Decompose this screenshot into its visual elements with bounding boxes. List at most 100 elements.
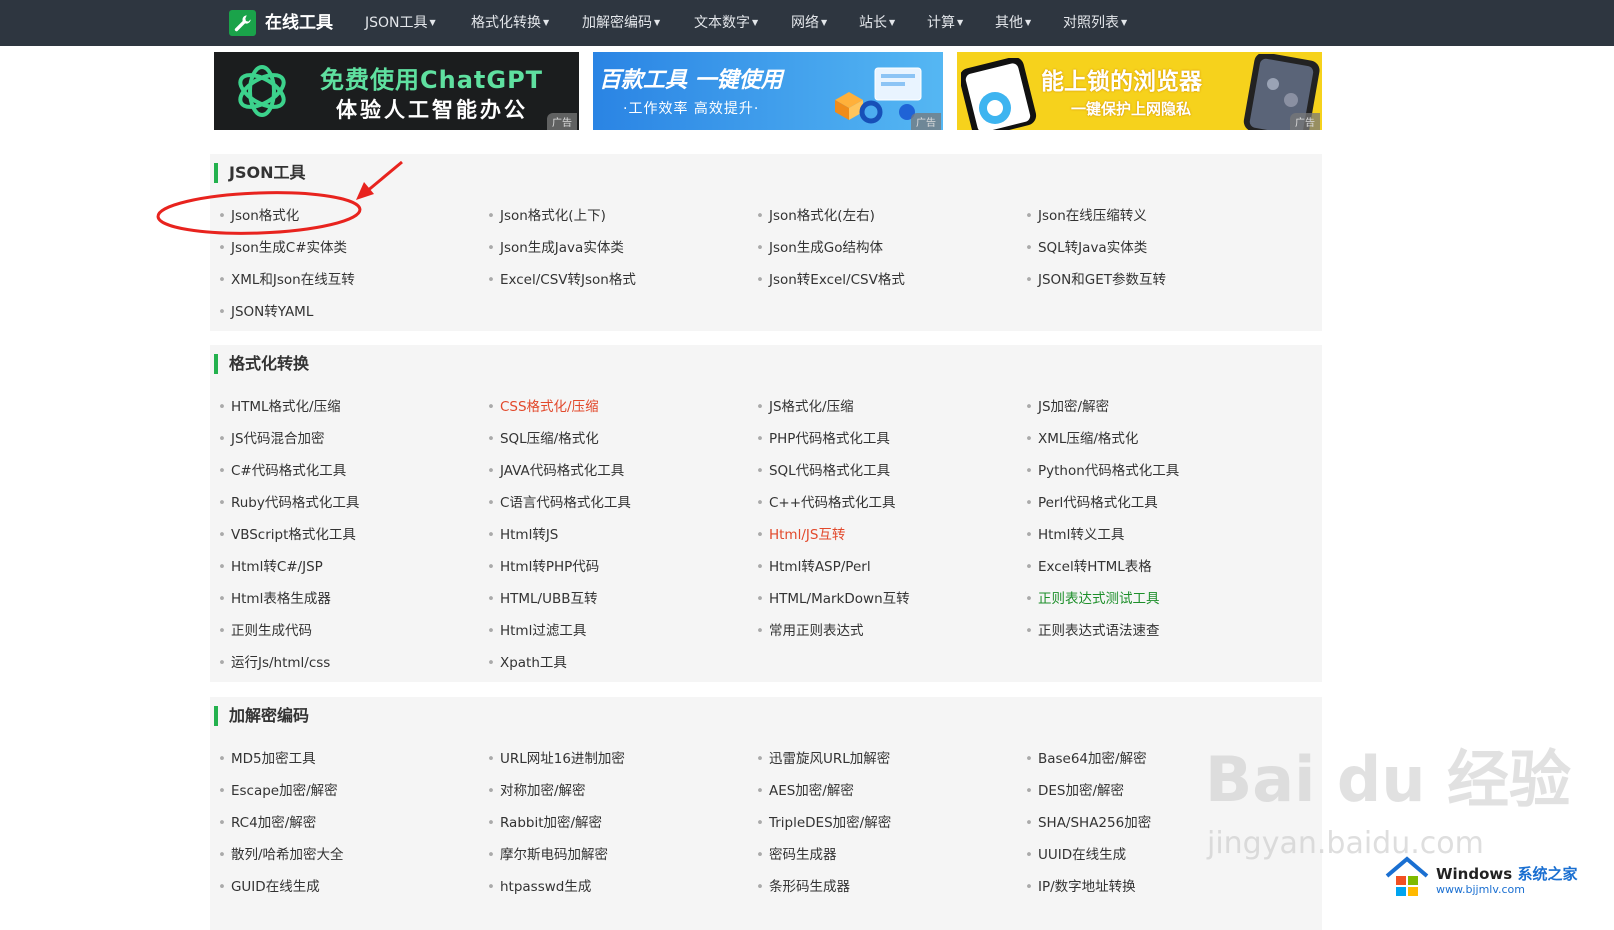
tool-link[interactable]: • Html转ASP/Perl bbox=[756, 558, 871, 576]
tool-link[interactable]: • 运行Js/html/css bbox=[218, 654, 330, 672]
tool-link[interactable]: • Html转PHP代码 bbox=[487, 558, 599, 576]
tool-link[interactable]: • SQL压缩/格式化 bbox=[487, 430, 599, 448]
nav-format-convert[interactable]: 格式化转换 ▼ bbox=[471, 14, 549, 32]
openai-logo-icon bbox=[238, 65, 286, 117]
tool-link[interactable]: • Perl代码格式化工具 bbox=[1025, 494, 1158, 512]
tool-link[interactable]: • HTML格式化/压缩 bbox=[218, 398, 341, 416]
caret-down-icon: ▼ bbox=[1025, 18, 1032, 27]
tool-link[interactable]: • IP/数字地址转换 bbox=[1025, 878, 1136, 896]
tool-link[interactable]: • JAVA代码格式化工具 bbox=[487, 462, 624, 480]
tool-link[interactable]: • PHP代码格式化工具 bbox=[756, 430, 890, 448]
tool-link[interactable]: • 迅雷旋风URL加解密 bbox=[756, 750, 890, 768]
tool-link[interactable]: • JS代码混合加密 bbox=[218, 430, 325, 448]
tool-link[interactable]: • RC4加密/解密 bbox=[218, 814, 316, 832]
tool-link[interactable]: • HTML/UBB互转 bbox=[487, 590, 598, 608]
tool-link[interactable]: • XML压缩/格式化 bbox=[1025, 430, 1138, 448]
tool-link[interactable]: • TripleDES加密/解密 bbox=[756, 814, 891, 832]
tool-link[interactable]: • Json生成Java实体类 bbox=[487, 239, 624, 257]
nav-encrypt-encode[interactable]: 加解密编码 ▼ bbox=[582, 14, 660, 32]
ad-subline: 一键保护上网隐私 bbox=[1071, 100, 1192, 118]
nav-json-tools[interactable]: JSON工具 ▼ bbox=[365, 14, 436, 32]
section-json-tools: JSON工具 • Json格式化 • Json格式化(上下) • Json格式化(左右… bbox=[210, 154, 1322, 331]
windows-watermark: Windows 系统之家 bbox=[1436, 865, 1578, 883]
section-title: 格式化转换 bbox=[214, 354, 309, 374]
tool-link[interactable]: • C语言代码格式化工具 bbox=[487, 494, 631, 512]
tool-link[interactable]: • Base64加密/解密 bbox=[1025, 750, 1147, 768]
ad-banner-browser[interactable]: 能上锁的浏览器 一键保护上网隐私 广告 bbox=[957, 52, 1322, 130]
windows-house-logo-icon bbox=[1385, 856, 1429, 896]
nav-other[interactable]: 其他 ▼ bbox=[995, 14, 1031, 32]
tool-link[interactable]: • C++代码格式化工具 bbox=[756, 494, 896, 512]
tool-link[interactable]: • Json生成Go结构体 bbox=[756, 239, 883, 257]
tool-link[interactable]: • Html表格生成器 bbox=[218, 590, 331, 608]
tool-link[interactable]: • Python代码格式化工具 bbox=[1025, 462, 1179, 480]
caret-down-icon: ▼ bbox=[1121, 18, 1128, 27]
ad-subline: 体验人工智能办公 bbox=[336, 98, 528, 122]
section-encrypt-encode: 加解密编码 • MD5加密工具 • URL网址16进制加密 • 迅雷旋风URL加解密 … bbox=[210, 697, 1322, 930]
ad-subline: ·工作效率 高效提升· bbox=[623, 101, 760, 117]
tool-link[interactable]: • Excel转HTML表格 bbox=[1025, 558, 1152, 576]
tool-link[interactable]: • JSON转YAML bbox=[218, 303, 313, 321]
tool-link[interactable]: • GUID在线生成 bbox=[218, 878, 320, 896]
tool-link[interactable]: • HTML/MarkDown互转 bbox=[756, 590, 910, 608]
tool-link[interactable]: • AES加密/解密 bbox=[756, 782, 854, 800]
tool-link[interactable]: • Escape加密/解密 bbox=[218, 782, 338, 800]
tool-link[interactable]: • Json转Excel/CSV格式 bbox=[756, 271, 905, 289]
tool-link[interactable]: • SHA/SHA256加密 bbox=[1025, 814, 1151, 832]
tool-link[interactable]: • Ruby代码格式化工具 bbox=[218, 494, 359, 512]
tool-link[interactable]: • JSON和GET参数互转 bbox=[1025, 271, 1166, 289]
tool-link[interactable]: • 正则表达式语法速查 bbox=[1025, 622, 1159, 640]
tool-link[interactable]: • UUID在线生成 bbox=[1025, 846, 1126, 864]
tool-link-highlight[interactable]: • 正则表达式测试工具 bbox=[1025, 590, 1159, 608]
tool-link[interactable]: • Json格式化(上下) bbox=[487, 207, 606, 225]
wrench-logo-icon[interactable] bbox=[229, 10, 256, 36]
tool-link[interactable]: • 对称加密/解密 bbox=[487, 782, 586, 800]
nav-network[interactable]: 网络 ▼ bbox=[791, 14, 827, 32]
tool-link[interactable]: • 密码生成器 bbox=[756, 846, 836, 864]
tool-link[interactable]: • Json生成C#实体类 bbox=[218, 239, 347, 257]
ad-label: 广告 bbox=[911, 113, 941, 130]
caret-down-icon: ▼ bbox=[957, 18, 964, 27]
tool-link[interactable]: • Excel/CSV转Json格式 bbox=[487, 271, 636, 289]
tool-link[interactable]: • 条形码生成器 bbox=[756, 878, 850, 896]
tool-link[interactable]: • Json在线压缩转义 bbox=[1025, 207, 1147, 225]
tool-link[interactable]: • DES加密/解密 bbox=[1025, 782, 1124, 800]
tool-link[interactable]: • SQL代码格式化工具 bbox=[756, 462, 890, 480]
tool-link[interactable]: • VBScript格式化工具 bbox=[218, 526, 356, 544]
tool-link[interactable]: • XML和Json在线互转 bbox=[218, 271, 355, 289]
tool-link[interactable]: • Html转C#/JSP bbox=[218, 558, 323, 576]
ad-headline: 能上锁的浏览器 bbox=[1041, 69, 1202, 95]
ad-banner-tools[interactable]: 百款工具 一键使用 ·工作效率 高效提升· 广告 bbox=[593, 52, 943, 130]
ad-banner-chatgpt[interactable]: 免费使用ChatGPT 体验人工智能办公 广告 bbox=[214, 52, 579, 130]
tool-link[interactable]: • 散列/哈希加密大全 bbox=[218, 846, 344, 864]
tool-link[interactable]: • JS格式化/压缩 bbox=[756, 398, 854, 416]
top-navbar: 在线工具 JSON工具 ▼ 格式化转换 ▼ 加解密编码 ▼ 文本数字 ▼ 网络 ▼ 站长 ▼… bbox=[0, 0, 1614, 46]
nav-calculate[interactable]: 计算 ▼ bbox=[927, 14, 963, 32]
tool-link[interactable]: • Html过滤工具 bbox=[487, 622, 586, 640]
windows-watermark-url: www.bjjmlv.com bbox=[1436, 883, 1525, 896]
tool-link[interactable]: • Xpath工具 bbox=[487, 654, 567, 672]
tool-link[interactable]: • SQL转Java实体类 bbox=[1025, 239, 1147, 257]
tool-link[interactable]: • 常用正则表达式 bbox=[756, 622, 863, 640]
tool-link[interactable]: • URL网址16进制加密 bbox=[487, 750, 625, 768]
tool-link[interactable]: • Html转JS bbox=[487, 526, 558, 544]
tool-link[interactable]: • Rabbit加密/解密 bbox=[487, 814, 602, 832]
site-name[interactable]: 在线工具 bbox=[265, 12, 333, 34]
tool-link[interactable]: • Html转义工具 bbox=[1025, 526, 1124, 544]
tool-link[interactable]: • htpasswd生成 bbox=[487, 878, 591, 896]
nav-reference-list[interactable]: 对照列表 ▼ bbox=[1063, 14, 1127, 32]
nav-webmaster[interactable]: 站长 ▼ bbox=[859, 14, 895, 32]
nav-text-number[interactable]: 文本数字 ▼ bbox=[694, 14, 758, 32]
tool-link[interactable]: • C#代码格式化工具 bbox=[218, 462, 346, 480]
tool-link-highlight[interactable]: • Html/JS互转 bbox=[756, 526, 845, 544]
tool-link-highlight[interactable]: • CSS格式化/压缩 bbox=[487, 398, 599, 416]
tool-link[interactable]: • 正则生成代码 bbox=[218, 622, 312, 640]
caret-down-icon: ▼ bbox=[429, 18, 436, 27]
tool-link[interactable]: • Json格式化 bbox=[218, 207, 299, 225]
tool-link[interactable]: • Json格式化(左右) bbox=[756, 207, 875, 225]
tool-link[interactable]: • MD5加密工具 bbox=[218, 750, 316, 768]
ad-headline: 百款工具 一键使用 bbox=[599, 68, 783, 93]
section-title: JSON工具 bbox=[214, 163, 305, 183]
tool-link[interactable]: • JS加密/解密 bbox=[1025, 398, 1109, 416]
tool-link[interactable]: • 摩尔斯电码加解密 bbox=[487, 846, 608, 864]
